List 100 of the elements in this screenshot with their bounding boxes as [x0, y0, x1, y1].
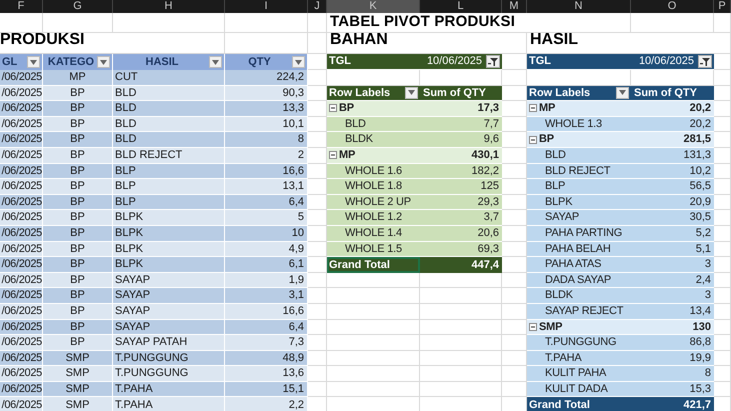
- caret-icon: [619, 90, 626, 96]
- table-cell: BLD: [113, 116, 225, 132]
- group-label: MP: [339, 148, 356, 164]
- table-cell: BP: [43, 86, 113, 102]
- filter-icon: [488, 57, 498, 66]
- table-cell: /06/2025: [0, 335, 43, 351]
- table-cell: BLPK: [113, 257, 225, 273]
- table-cell: BP: [43, 304, 113, 320]
- table-cell: 6,4: [225, 194, 308, 210]
- table-cell: 90,3: [225, 86, 308, 102]
- grand-total-label[interactable]: Grand Total: [327, 257, 420, 273]
- row-label-cell: BLPK: [527, 194, 631, 210]
- table-cell: 224,2: [225, 70, 308, 86]
- section-title: BAHAN: [330, 30, 388, 50]
- table-cell: /06/2025: [0, 397, 43, 411]
- caret-icon: [212, 60, 219, 64]
- table-cell: 2,2: [225, 397, 308, 411]
- column-header[interactable]: K: [327, 0, 420, 13]
- value-cell: 20,2: [631, 101, 714, 117]
- grand-total-value: 447,4: [420, 257, 502, 273]
- row-label-cell: SAYAP: [527, 210, 631, 226]
- collapse-icon[interactable]: [329, 151, 337, 160]
- value-cell: 30,5: [631, 210, 714, 226]
- table-cell: /06/2025: [0, 242, 43, 258]
- table-cell: SMP: [43, 350, 113, 366]
- table-cell: /06/2025: [0, 226, 43, 242]
- filter-button[interactable]: [698, 55, 712, 68]
- header-label: Row Labels: [329, 86, 390, 101]
- dropdown-button[interactable]: [209, 56, 222, 68]
- group-label: BP: [539, 132, 554, 148]
- row-label-cell: T.PAHA: [527, 350, 631, 366]
- row-label-cell: BLDK: [527, 288, 631, 304]
- value-cell: 29,3: [420, 194, 502, 210]
- table-cell: SMP: [43, 397, 113, 411]
- value-cell: 19,9: [631, 350, 714, 366]
- row-label-cell: WHOLE 2 UP: [327, 194, 420, 210]
- value-cell: 5,2: [631, 226, 714, 242]
- caret-icon: [100, 60, 107, 64]
- caret-icon: [295, 60, 302, 64]
- dropdown-button[interactable]: [405, 86, 418, 99]
- table-cell: 16,6: [225, 304, 308, 320]
- table-cell: BP: [43, 132, 113, 148]
- table-cell: 13,3: [225, 101, 308, 117]
- table-cell: /06/2025: [0, 350, 43, 366]
- group-label: SMP: [539, 320, 562, 335]
- dropdown-button[interactable]: [97, 56, 110, 68]
- row-label-cell: T.PUNGGUNG: [527, 335, 631, 351]
- table-cell: 6,4: [225, 320, 308, 336]
- collapse-icon[interactable]: [529, 104, 537, 112]
- row-label-cell: BLD: [527, 148, 631, 164]
- table-cell: SAYAP PATAH: [113, 335, 225, 351]
- dropdown-button[interactable]: [27, 56, 40, 68]
- collapse-icon[interactable]: [529, 136, 537, 144]
- table-cell: /06/2025: [0, 132, 43, 148]
- table-cell: BLP: [113, 164, 225, 180]
- dropdown-button[interactable]: [292, 56, 305, 68]
- table-cell: BP: [43, 148, 113, 164]
- value-cell: 3: [631, 288, 714, 304]
- row-label-cell: BLP: [527, 179, 631, 195]
- table-cell: 4,9: [225, 242, 308, 258]
- table-cell: /06/2025: [0, 366, 43, 382]
- value-cell: 20,2: [631, 116, 714, 132]
- table-cell: SAYAP: [113, 320, 225, 336]
- row-label-cell: WHOLE 1.8: [327, 179, 420, 195]
- row-label-cell: PAHA PARTING: [527, 226, 631, 242]
- value-cell: 17,3: [420, 101, 502, 117]
- table-cell: 13,6: [225, 366, 308, 382]
- table-cell: BP: [43, 194, 113, 210]
- table-cell: T.PUNGGUNG: [113, 350, 225, 366]
- collapse-icon[interactable]: [529, 322, 537, 331]
- table-cell: BLD: [113, 132, 225, 148]
- section-title: HASIL: [530, 30, 578, 50]
- table-cell: BP: [43, 210, 113, 226]
- table-cell: 15,1: [225, 382, 308, 398]
- filter-button[interactable]: [486, 55, 500, 68]
- filter-label: TGL: [329, 54, 351, 70]
- table-cell: T.PUNGGUNG: [113, 366, 225, 382]
- value-cell: 20,6: [420, 226, 502, 242]
- table-cell: 10,1: [225, 116, 308, 132]
- row-label-cell: BLDK: [327, 132, 420, 148]
- table-cell: /06/2025: [0, 179, 43, 195]
- table-cell: /06/2025: [0, 164, 43, 180]
- table-cell: BP: [43, 179, 113, 195]
- row-label-cell: WHOLE 1.3: [527, 116, 631, 132]
- collapse-icon[interactable]: [329, 104, 337, 112]
- column-label: QTY: [248, 54, 271, 70]
- dropdown-button[interactable]: [616, 86, 629, 99]
- caret-icon: [30, 60, 37, 64]
- filter-value: 10/06/2025: [426, 54, 482, 70]
- table-cell: 6,1: [225, 257, 308, 273]
- table-cell: /06/2025: [0, 148, 43, 164]
- grand-total-label[interactable]: Grand Total: [527, 397, 631, 411]
- table-cell: /06/2025: [0, 304, 43, 320]
- row-label-cell: KULIT PAHA: [527, 366, 631, 382]
- table-cell: SAYAP: [113, 304, 225, 320]
- row-label-cell: KULIT DADA: [527, 382, 631, 398]
- table-cell: /06/2025: [0, 86, 43, 102]
- value-cell: 430,1: [420, 148, 502, 164]
- value-cell: 2,4: [631, 272, 714, 288]
- value-cell: 7,7: [420, 116, 502, 132]
